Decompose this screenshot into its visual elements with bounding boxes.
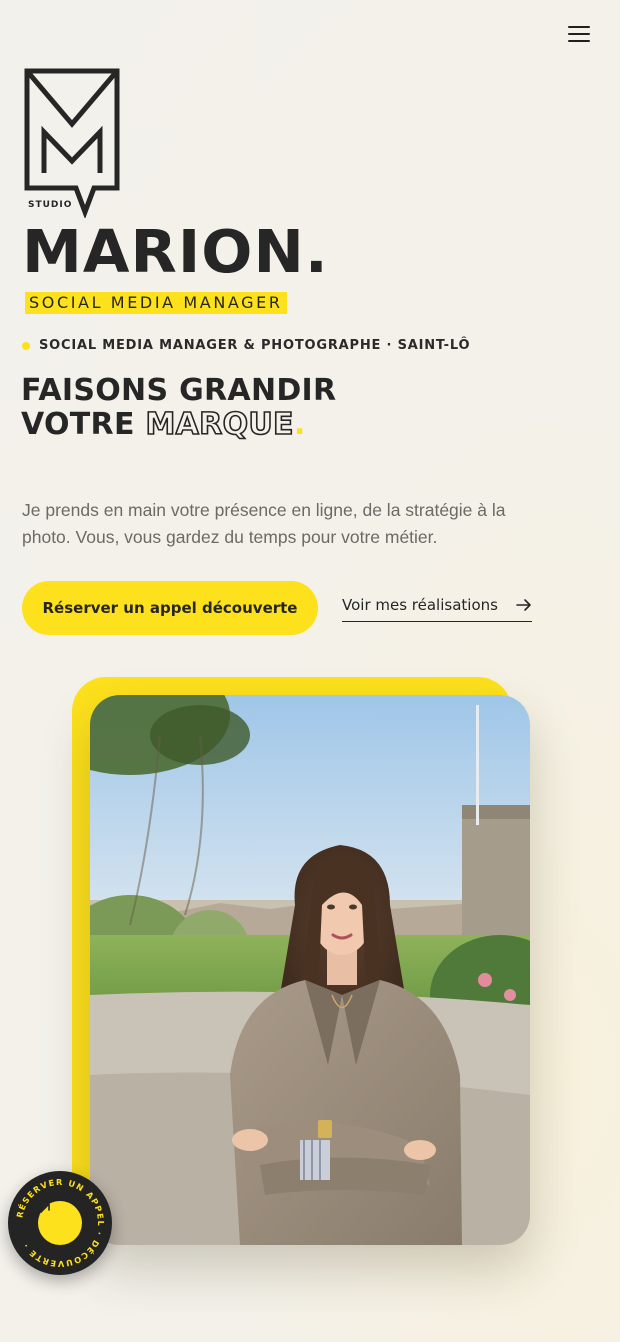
badge-center xyxy=(38,1201,82,1245)
intro-text: Je prends en main votre présence en lign… xyxy=(22,500,506,547)
portrait-photo xyxy=(90,695,530,1245)
headline-line2-start: VOTRE xyxy=(21,407,146,442)
arrow-right-icon xyxy=(516,598,531,611)
see-work-label: Voir mes réalisations xyxy=(342,595,498,614)
hamburger-menu-icon[interactable] xyxy=(562,20,596,48)
studio-logo[interactable]: STUDIO xyxy=(22,66,124,220)
see-work-link[interactable]: Voir mes réalisations xyxy=(342,594,532,622)
arrow-up-right-icon xyxy=(40,1203,50,1213)
headline-outline-word: MARQUE xyxy=(145,407,295,443)
brand-name: MARION. xyxy=(22,217,329,286)
headline-dot: . xyxy=(293,407,306,442)
book-call-floating-badge[interactable]: RÉSERVER UN APPEL · DÉCOUVERTE · xyxy=(8,1171,112,1275)
brand-subtitle: SOCIAL MEDIA MANAGER xyxy=(25,292,287,314)
logo-studio-text: STUDIO xyxy=(28,200,72,210)
book-call-button[interactable]: Réserver un appel découverte xyxy=(22,581,318,635)
tagline-text: SOCIAL MEDIA MANAGER & PHOTOGRAPHE · SAI… xyxy=(39,338,471,353)
tagline: SOCIAL MEDIA MANAGER & PHOTOGRAPHE · SAI… xyxy=(22,338,470,353)
tagline-dot xyxy=(22,341,30,350)
hero-headline: FAISONS GRANDIR VOTRE MARQUE. xyxy=(21,373,337,443)
headline-line1: FAISONS GRANDIR xyxy=(21,373,337,408)
book-call-label: Réserver un appel découverte xyxy=(42,599,298,617)
